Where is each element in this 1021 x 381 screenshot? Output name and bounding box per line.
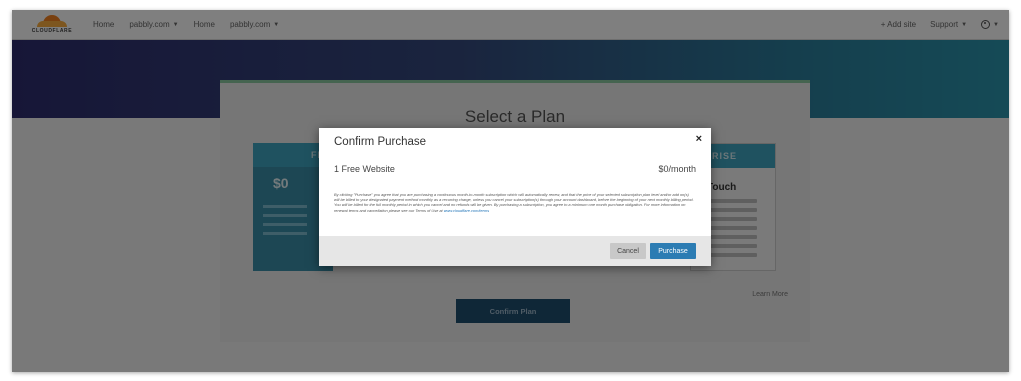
purchase-line-item: 1 Free Website $0/month [334,164,696,174]
terms-link[interactable]: www.cloudflare.com/terms [444,208,489,213]
cancel-button[interactable]: Cancel [610,243,646,259]
close-icon[interactable]: × [696,133,702,145]
confirm-purchase-modal: Confirm Purchase × 1 Free Website $0/mon… [319,128,711,266]
item-name: 1 Free Website [334,164,395,174]
legal-body: By clicking "Purchase" you agree that yo… [334,192,694,213]
modal-footer: Cancel Purchase [319,236,711,266]
item-price: $0/month [658,164,696,174]
purchase-button[interactable]: Purchase [650,243,696,259]
browser-window: CLOUDFLARE Home pabbly.com▼ Home pabbly.… [12,10,1009,372]
legal-text: By clicking "Purchase" you agree that yo… [334,192,695,213]
modal-title: Confirm Purchase [334,136,427,148]
